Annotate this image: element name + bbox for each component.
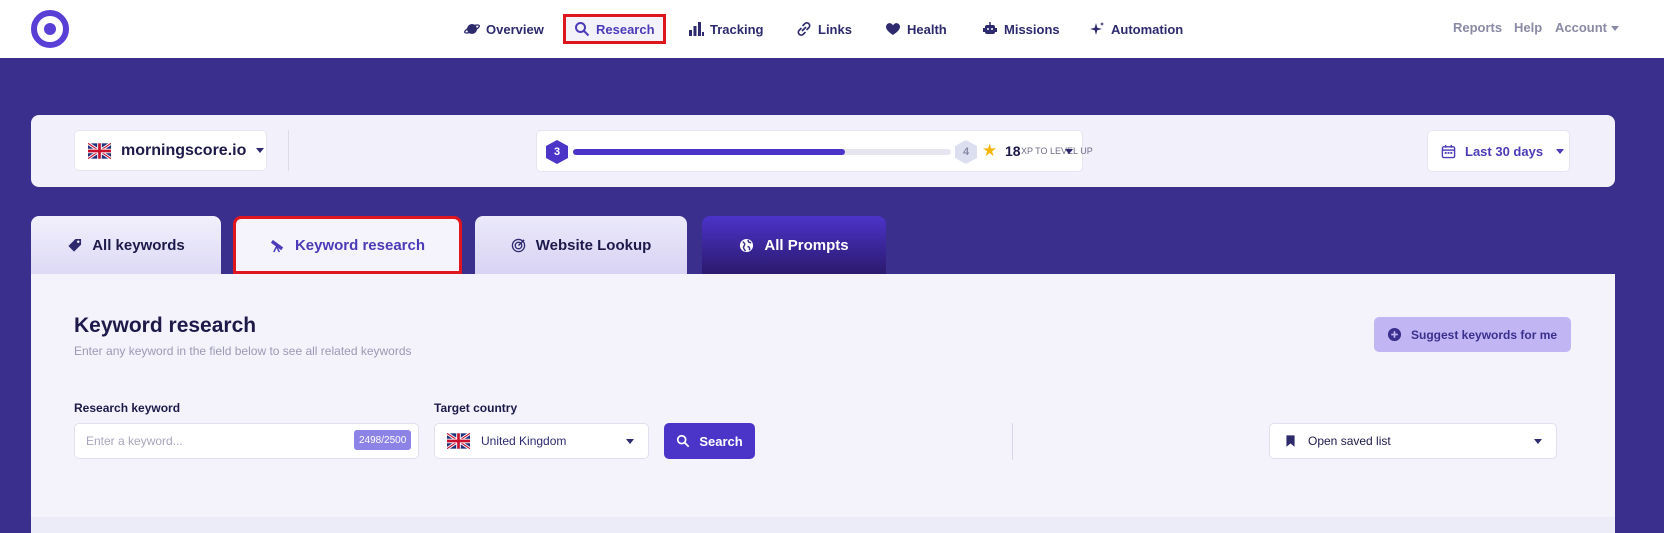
heart-icon (886, 23, 900, 35)
chevron-down-icon (256, 148, 265, 153)
radar-icon (511, 238, 525, 252)
account-label: Account (1555, 20, 1607, 35)
saved-list-label: Open saved list (1308, 434, 1391, 448)
country-field-label: Target country (434, 401, 518, 415)
sparkle-icon (1090, 22, 1104, 35)
next-level-badge: 4 (955, 140, 977, 164)
nav-missions-label: Missions (1004, 21, 1060, 37)
chevron-down-icon (1556, 148, 1565, 154)
reports-link[interactable]: Reports (1453, 20, 1502, 35)
star-icon: ★ (982, 141, 998, 160)
uk-flag-icon (447, 433, 470, 449)
uk-flag-icon (88, 142, 111, 159)
help-link[interactable]: Help (1514, 20, 1542, 35)
telescope-icon (270, 239, 284, 252)
saved-list-select[interactable]: Open saved list (1269, 423, 1557, 459)
nav-research-label: Research (596, 21, 655, 37)
nav-tracking-label: Tracking (710, 21, 764, 37)
search-button[interactable]: Search (664, 423, 755, 459)
tag-icon (68, 238, 82, 252)
tab-label: Keyword research (294, 236, 426, 254)
domain-selector[interactable]: morningscore.io (74, 130, 267, 171)
country-select[interactable]: United Kingdom (434, 423, 649, 459)
bar-chart-icon (689, 22, 704, 36)
domain-label: morningscore.io (121, 141, 247, 159)
nav-missions[interactable]: Missions (974, 14, 1068, 44)
nav-tracking[interactable]: Tracking (680, 14, 771, 44)
nav-health-label: Health (907, 21, 947, 37)
date-range-selector[interactable]: Last 30 days (1427, 130, 1570, 172)
country-label: United Kingdom (481, 434, 567, 448)
nav-overview-label: Overview (486, 21, 544, 37)
nav-overview[interactable]: Overview (456, 14, 552, 44)
xp-label: XP TO LEVEL UP (1021, 146, 1093, 156)
nav-links[interactable]: Links (788, 14, 860, 44)
chevron-down-icon (626, 439, 634, 444)
suggest-keywords-label: Suggest keywords for me (1411, 327, 1558, 342)
tab-keyword-research[interactable]: Keyword research (233, 216, 462, 274)
xp-progress-fill (573, 149, 846, 155)
search-button-label: Search (699, 433, 743, 449)
suggest-keywords-button[interactable]: Suggest keywords for me (1374, 317, 1571, 352)
bookmark-icon (1286, 435, 1295, 447)
divider (1012, 423, 1013, 460)
page-title: Keyword research (74, 314, 257, 337)
globe-icon (740, 238, 754, 252)
keyword-quota-badge: 2498/2500 (354, 430, 412, 450)
link-icon (797, 22, 811, 36)
tab-label: All keywords (92, 236, 185, 254)
tab-website-lookup[interactable]: Website Lookup (475, 216, 687, 274)
top-navbar: Overview Research Tracking Links Health … (0, 0, 1664, 58)
nav-links-label: Links (818, 21, 852, 37)
chevron-down-icon (1611, 26, 1619, 32)
robot-icon (983, 22, 997, 34)
page-subtitle: Enter any keyword in the field below to … (74, 344, 412, 358)
keyword-field-label: Research keyword (74, 401, 181, 415)
tab-all-keywords[interactable]: All keywords (31, 216, 221, 274)
keyword-research-panel (31, 274, 1615, 533)
nav-automation[interactable]: Automation (1081, 14, 1191, 44)
plus-circle-icon (1387, 327, 1402, 342)
divider (288, 130, 289, 171)
results-area (31, 517, 1615, 533)
current-level-badge: 3 (546, 140, 568, 164)
tab-all-prompts[interactable]: All Prompts (702, 216, 886, 274)
nav-automation-label: Automation (1111, 21, 1184, 37)
xp-value: 18 (1005, 143, 1021, 159)
search-icon (575, 22, 590, 37)
calendar-icon (1441, 144, 1456, 158)
search-icon (677, 434, 690, 448)
tab-label: Website Lookup (535, 236, 652, 254)
chevron-down-icon (1065, 149, 1073, 154)
logo-icon[interactable] (31, 10, 69, 48)
site-bar: morningscore.io 3 4 ★ 18 XP TO LEVEL UP … (31, 115, 1615, 187)
xp-progress-bar (573, 149, 951, 155)
xp-level-widget[interactable]: 3 4 ★ 18 XP TO LEVEL UP (536, 130, 1093, 172)
date-range-label: Last 30 days (1465, 143, 1544, 159)
chevron-down-icon (1534, 439, 1542, 444)
nav-health[interactable]: Health (877, 14, 955, 44)
account-menu[interactable]: Account (1555, 20, 1619, 35)
planet-icon (464, 24, 480, 34)
tab-label: All Prompts (764, 236, 849, 254)
nav-research[interactable]: Research (563, 14, 666, 44)
